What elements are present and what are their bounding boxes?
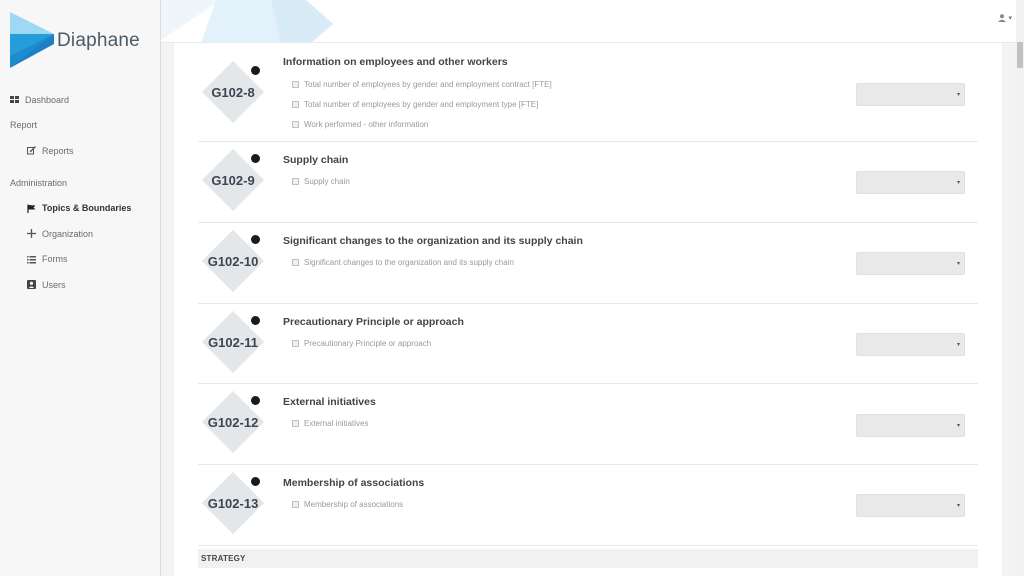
checkbox[interactable] — [292, 121, 299, 128]
topic-option[interactable]: Significant changes to the organization … — [292, 258, 514, 267]
boundary-select[interactable]: ▾ — [856, 414, 965, 437]
checkbox[interactable] — [292, 501, 299, 508]
chevron-down-icon: ▾ — [1008, 15, 1012, 22]
chevron-down-icon: ▾ — [956, 342, 960, 348]
option-label: Work performed - other information — [304, 120, 429, 129]
chevron-down-icon: ▾ — [956, 261, 960, 267]
list-icon — [27, 255, 36, 264]
app-logo[interactable]: Diaphane — [10, 12, 160, 68]
checkbox[interactable] — [292, 259, 299, 266]
status-dot — [251, 396, 260, 405]
sidebar-item-label: Topics & Boundaries — [42, 203, 132, 214]
boundary-select[interactable]: ▾ — [856, 171, 965, 194]
top-bar: ▾ — [161, 0, 1016, 43]
topic-title: Significant changes to the organization … — [283, 235, 583, 247]
option-label: Total number of employees by gender and … — [304, 80, 552, 89]
chevron-down-icon: ▾ — [956, 180, 960, 186]
sidebar-item-label: Users — [42, 279, 66, 290]
topics-panel: G102-8 Information on employees and othe… — [174, 43, 1002, 576]
sidebar-item-dashboard[interactable]: Dashboard — [0, 87, 160, 113]
user-icon — [998, 14, 1007, 22]
boundary-select[interactable]: ▾ — [856, 333, 965, 356]
topic-option[interactable]: Total number of employees by gender and … — [292, 100, 538, 109]
sidebar-item-reports[interactable]: Reports — [0, 138, 160, 164]
sidebar-item-forms[interactable]: Forms — [0, 247, 160, 273]
grid-icon — [10, 95, 19, 104]
checkbox[interactable] — [292, 178, 299, 185]
boundary-select[interactable]: ▾ — [856, 83, 965, 106]
scrollbar-track[interactable] — [1016, 0, 1024, 576]
option-label: External initiatives — [304, 419, 369, 428]
topic-option[interactable]: Supply chain — [292, 177, 350, 186]
sidebar-item-label: Organization — [42, 228, 94, 239]
status-dot — [251, 66, 260, 75]
sidebar: Diaphane Dashboard Report Reports Admini… — [0, 0, 161, 576]
checkbox[interactable] — [292, 81, 299, 88]
sidebar-item-label: Reports — [42, 145, 74, 156]
option-label: Significant changes to the organization … — [304, 258, 514, 267]
status-dot — [251, 235, 260, 244]
move-icon — [27, 229, 36, 239]
option-label: Total number of employees by gender and … — [304, 100, 539, 109]
user-menu[interactable]: ▾ — [998, 14, 1012, 22]
topic-option[interactable]: Precautionary Principle or approach — [292, 339, 431, 348]
scrollbar-thumb[interactable] — [1017, 42, 1023, 68]
topic-row: G102-9 Supply chain Supply chain ▾ — [198, 142, 978, 223]
section-header-strategy: STRATEGY — [198, 549, 978, 568]
sidebar-item-organization[interactable]: Organization — [0, 221, 160, 247]
topic-row: G102-11 Precautionary Principle or appro… — [198, 304, 978, 384]
topic-title: Information on employees and other worke… — [283, 56, 508, 68]
status-dot — [251, 477, 260, 486]
sidebar-item-topics-boundaries[interactable]: Topics & Boundaries — [0, 195, 160, 221]
topic-option[interactable]: Work performed - other information — [292, 120, 428, 129]
topic-option[interactable]: Membership of associations — [292, 500, 403, 509]
boundary-select[interactable]: ▾ — [856, 252, 965, 275]
topic-row: G102-13 Membership of associations Membe… — [198, 465, 978, 546]
topic-row: G102-10 Significant changes to the organ… — [198, 223, 978, 304]
boundary-select[interactable]: ▾ — [856, 494, 965, 517]
app-name: Diaphane — [57, 30, 140, 51]
sidebar-nav: Dashboard Report Reports Administration … — [0, 87, 160, 298]
chevron-down-icon: ▾ — [956, 92, 960, 98]
diaphane-logo-icon — [10, 12, 54, 68]
chevron-down-icon: ▾ — [956, 503, 960, 509]
checkbox[interactable] — [292, 101, 299, 108]
sidebar-section-label: Report — [10, 120, 38, 131]
option-label: Precautionary Principle or approach — [304, 339, 432, 348]
sidebar-item-label: Forms — [42, 254, 68, 265]
topic-option[interactable]: Total number of employees by gender and … — [292, 80, 552, 89]
option-label: Supply chain — [304, 177, 350, 186]
topic-title: External initiatives — [283, 396, 376, 408]
topic-row: G102-12 External initiatives External in… — [198, 384, 978, 465]
sidebar-item-label: Dashboard — [25, 94, 70, 105]
checkbox[interactable] — [292, 420, 299, 427]
topic-title: Membership of associations — [283, 477, 425, 489]
topic-row: G102-8 Information on employees and othe… — [198, 43, 978, 142]
status-dot — [251, 316, 260, 325]
checkbox[interactable] — [292, 340, 299, 347]
user-box-icon — [27, 280, 36, 290]
flag-icon — [27, 204, 36, 213]
chevron-down-icon: ▾ — [956, 423, 960, 429]
sidebar-section-report: Report — [0, 113, 160, 139]
sidebar-item-users[interactable]: Users — [0, 272, 160, 298]
topic-title: Precautionary Principle or approach — [283, 316, 464, 328]
option-label: Membership of associations — [304, 500, 404, 509]
topic-title: Supply chain — [283, 154, 349, 166]
topic-option[interactable]: External initiatives — [292, 419, 368, 428]
sidebar-section-administration: Administration — [0, 170, 160, 196]
status-dot — [251, 154, 260, 163]
header-decoration — [161, 0, 333, 42]
sidebar-section-label: Administration — [10, 177, 68, 188]
edit-icon — [27, 146, 36, 155]
